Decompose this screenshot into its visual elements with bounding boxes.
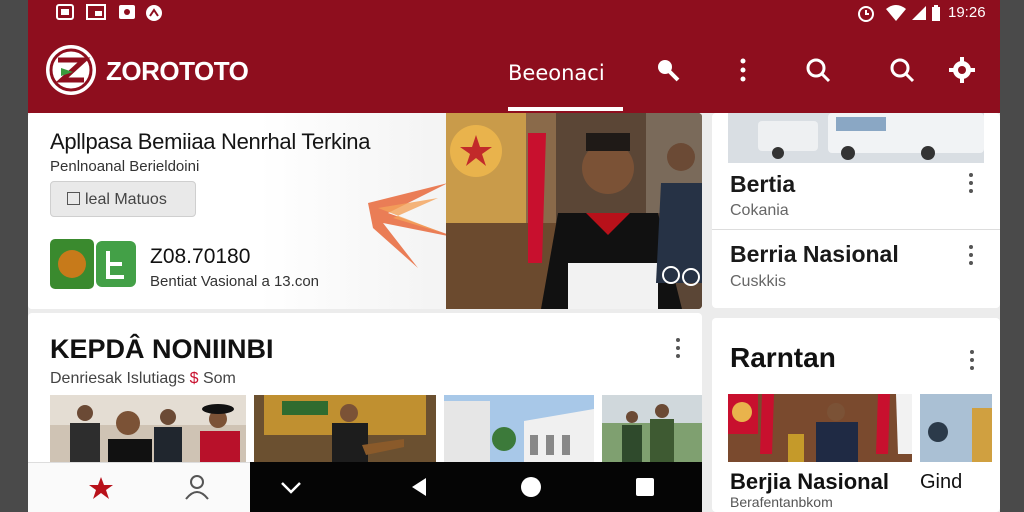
read-more-label: leal Matuos bbox=[85, 191, 167, 208]
search-icon[interactable] bbox=[804, 56, 832, 84]
section-subtitle-accent: $ bbox=[189, 370, 199, 387]
divider bbox=[712, 229, 1000, 230]
right-card-caption-secondary: Gind bbox=[920, 471, 963, 493]
right-card-caption: Berjia Nasional bbox=[730, 469, 889, 494]
settings-icon[interactable] bbox=[948, 56, 976, 84]
promo-caption: Bentiat Vasional a 13.con bbox=[150, 273, 320, 290]
section-subtitle-tail: Som bbox=[202, 370, 236, 387]
alarm-icon bbox=[858, 6, 874, 22]
right-card-title: Rarntan bbox=[730, 342, 836, 373]
status-bar: 19:26 bbox=[28, 0, 1000, 26]
right-card-tech-photo[interactable] bbox=[920, 394, 992, 462]
section-subtitle-text: Denriesak Islutiags bbox=[50, 370, 186, 387]
side-item-2-subtitle: Cuskkis bbox=[730, 273, 787, 290]
promo-logo-icon[interactable] bbox=[50, 239, 138, 289]
hero-title: Apllpasa Bemiiaa Nenrhal Terkina bbox=[50, 129, 371, 154]
hero-photo bbox=[446, 113, 702, 309]
section-menu-icon[interactable] bbox=[676, 338, 684, 362]
notification-icon bbox=[146, 5, 162, 21]
status-time: 19:26 bbox=[948, 4, 986, 21]
back-icon[interactable] bbox=[406, 474, 432, 500]
vehicles-photo bbox=[728, 113, 984, 163]
right-card-menu-icon[interactable] bbox=[970, 350, 978, 374]
app-bar: ZOROTOTO Beeonaci bbox=[28, 26, 1000, 113]
recents-icon[interactable] bbox=[632, 474, 658, 500]
app-logo[interactable] bbox=[46, 45, 96, 95]
section-title: KEPDÂ NONIINBI bbox=[50, 334, 274, 364]
system-navigation bbox=[250, 462, 702, 512]
side-item-2-menu-icon[interactable] bbox=[969, 245, 977, 269]
signal-icon bbox=[912, 6, 926, 20]
app-title: ZOROTOTO bbox=[106, 56, 249, 86]
side-item-1-title[interactable]: Bertia bbox=[730, 171, 795, 198]
device-screen: 19:26 ZOROTOTO Beeonaci Apllpasa Bemiiaa… bbox=[28, 0, 1000, 512]
logo-icon bbox=[49, 48, 93, 92]
key-search-icon[interactable] bbox=[654, 56, 682, 84]
side-item-2-title[interactable]: Berria Nasional bbox=[730, 241, 899, 268]
right-feature-card: Rarntan Berjia Nasional Gind Berafentanb… bbox=[712, 318, 1000, 512]
right-card-podium-photo[interactable] bbox=[728, 394, 912, 462]
promo-value: Z08.70180 bbox=[150, 245, 251, 268]
home-icon[interactable] bbox=[88, 475, 114, 501]
image-icon bbox=[119, 5, 135, 19]
screen-icon bbox=[86, 4, 106, 20]
tab-primary[interactable]: Beeonaci bbox=[508, 61, 605, 85]
hero-subtitle: Penlnoanal Berieldoini bbox=[50, 158, 200, 175]
home-circle-icon[interactable] bbox=[518, 474, 544, 500]
search-alt-icon[interactable] bbox=[888, 56, 916, 84]
section-card: KEPDÂ NONIINBI Denriesak Islutiags $ Som bbox=[28, 313, 702, 473]
bottom-navigation bbox=[28, 462, 250, 512]
side-item-1-menu-icon[interactable] bbox=[969, 173, 977, 197]
battery-icon bbox=[932, 5, 940, 21]
profile-icon[interactable] bbox=[184, 473, 210, 501]
wifi-icon bbox=[886, 5, 906, 21]
section-subtitle: Denriesak Islutiags $ Som bbox=[50, 370, 236, 388]
more-vert-icon[interactable] bbox=[729, 56, 757, 84]
document-icon bbox=[67, 192, 80, 205]
side-item-1-subtitle: Cokania bbox=[730, 202, 789, 219]
hero-card[interactable]: Apllpasa Bemiiaa Nenrhal Terkina Penlnoa… bbox=[28, 113, 702, 309]
photo-icon bbox=[56, 4, 74, 20]
right-card-subtitle: Berafentanbkom bbox=[730, 494, 833, 510]
chevron-down-icon[interactable] bbox=[278, 474, 304, 500]
read-more-button[interactable]: leal Matuos bbox=[50, 181, 196, 217]
side-news-list: Bertia Cokania Berria Nasional Cuskkis bbox=[712, 113, 1000, 308]
tab-indicator bbox=[508, 107, 623, 111]
